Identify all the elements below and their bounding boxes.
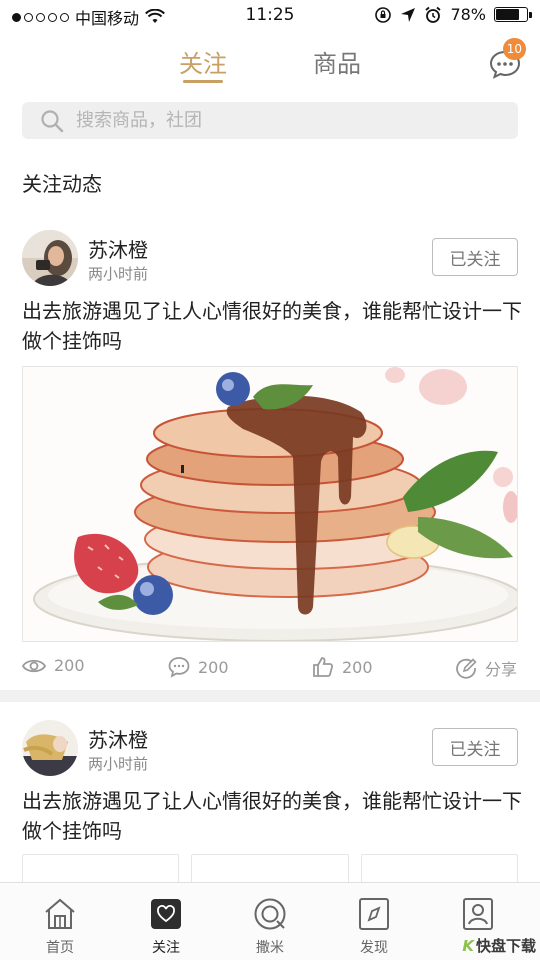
follow-button[interactable]: 已关注 [432, 238, 518, 276]
eye-icon [22, 659, 46, 672]
post-time: 两小时前 [88, 265, 149, 283]
comments-stat[interactable]: 200 [168, 656, 229, 678]
tab-products[interactable]: 商品 [313, 44, 361, 79]
search-input[interactable] [76, 110, 476, 131]
nav-label: 发现 [360, 940, 388, 956]
post-text: 出去旅游遇见了让人心情很好的美食，谁能帮忙设计一下做个挂饰吗 [22, 299, 522, 353]
share-label: 分享 [485, 660, 518, 679]
nav-label: 撒米 [256, 940, 284, 956]
avatar[interactable] [22, 720, 78, 776]
likes-stat[interactable]: 200 [312, 656, 373, 678]
nav-item-discover[interactable]: 发现 [334, 897, 414, 957]
tab-follow[interactable]: 关注 [179, 44, 227, 79]
tab-follow-underline [183, 80, 223, 83]
post-username[interactable]: 苏沐橙 [88, 724, 148, 753]
rotation-lock-icon [375, 6, 392, 23]
nav-item-follow[interactable]: 关注 [126, 897, 206, 957]
nav-label: 关注 [152, 940, 180, 956]
battery-percent: 78% [450, 5, 486, 24]
avatar-photo-icon [22, 230, 78, 286]
follow-button[interactable]: 已关注 [432, 728, 518, 766]
rice-icon [254, 898, 286, 930]
compass-icon [359, 898, 389, 930]
post-username[interactable]: 苏沐橙 [88, 234, 148, 263]
status-right: 78% [374, 5, 532, 24]
user-icon [463, 898, 493, 930]
feed-divider [0, 690, 540, 702]
section-title: 关注动态 [22, 172, 102, 196]
watermark-brand: 快盘下载 [475, 937, 536, 955]
watermark-logo: K 快盘下载 [462, 935, 536, 956]
location-arrow-icon [401, 7, 416, 22]
thumbs-up-icon [313, 657, 334, 677]
avatar[interactable] [22, 230, 78, 286]
comments-count: 200 [198, 657, 229, 677]
battery-fill [496, 9, 520, 20]
search-icon [41, 109, 64, 132]
top-tabs: 关注 商品 10 [0, 38, 540, 90]
post-card: 苏沐橙 两小时前 已关注 出去旅游遇见了让人心情很好的美食，谁能帮忙设计一下做个… [0, 716, 540, 894]
home-icon [45, 898, 75, 929]
share-edit-icon [456, 658, 477, 679]
views-count: 200 [54, 656, 85, 675]
comment-icon [168, 657, 190, 678]
alarm-icon [425, 6, 442, 23]
post-card: 苏沐橙 两小时前 已关注 出去旅游遇见了让人心情很好的美食，谁能帮忙设计一下做个… [0, 226, 540, 696]
message-badge: 10 [502, 38, 526, 60]
heart-icon [151, 899, 181, 929]
post-text: 出去旅游遇见了让人心情很好的美食，谁能帮忙设计一下做个挂饰吗 [22, 789, 522, 843]
share-button[interactable]: 分享 [455, 656, 517, 680]
status-bar: 中国移动 11:25 78% [0, 0, 540, 30]
nav-item-profile[interactable] [438, 897, 518, 937]
post-stats: 200 200 200 分享 [0, 656, 540, 686]
search-bar[interactable] [22, 102, 518, 139]
views-stat: 200 [22, 656, 85, 675]
bottom-nav: 首页 关注 撒米 发现 [0, 882, 540, 960]
post-image[interactable] [22, 366, 518, 642]
avatar-photo-icon [22, 720, 78, 776]
battery-icon [494, 7, 532, 22]
watermark-k-icon: K [462, 936, 474, 955]
post-time: 两小时前 [88, 755, 149, 773]
nav-item-home[interactable]: 首页 [20, 897, 100, 957]
nav-item-sami[interactable]: 撒米 [230, 897, 310, 957]
nav-label: 首页 [46, 940, 74, 956]
likes-count: 200 [342, 657, 373, 677]
pancake-illustration-icon [23, 367, 517, 641]
